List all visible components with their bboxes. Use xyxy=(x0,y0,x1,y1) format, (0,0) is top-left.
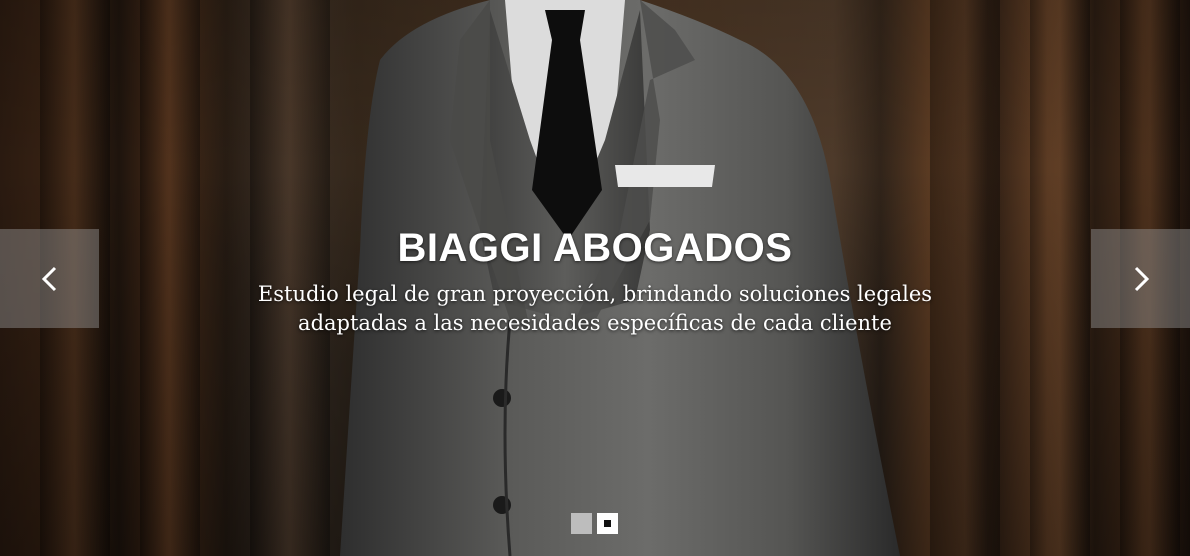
chevron-right-icon xyxy=(1134,266,1149,291)
hero-title: BIAGGI ABOGADOS xyxy=(397,226,793,270)
hero-caption: BIAGGI ABOGADOS Estudio legal de gran pr… xyxy=(0,224,1190,338)
slide-pagination xyxy=(571,513,618,534)
prev-slide-button[interactable] xyxy=(0,229,99,328)
hero-subtitle-line2: adaptadas a las necesidades específicas … xyxy=(298,311,892,335)
hero-subtitle: Estudio legal de gran proyección, brinda… xyxy=(235,280,955,338)
slide-dot-2[interactable] xyxy=(597,513,618,534)
active-dot-marker xyxy=(604,520,611,527)
slide-dot-1[interactable] xyxy=(571,513,592,534)
hero-slider: BIAGGI ABOGADOS Estudio legal de gran pr… xyxy=(0,0,1190,556)
next-slide-button[interactable] xyxy=(1091,229,1190,328)
chevron-left-icon xyxy=(41,266,56,291)
hero-subtitle-line1: Estudio legal de gran proyección, brinda… xyxy=(257,282,933,306)
